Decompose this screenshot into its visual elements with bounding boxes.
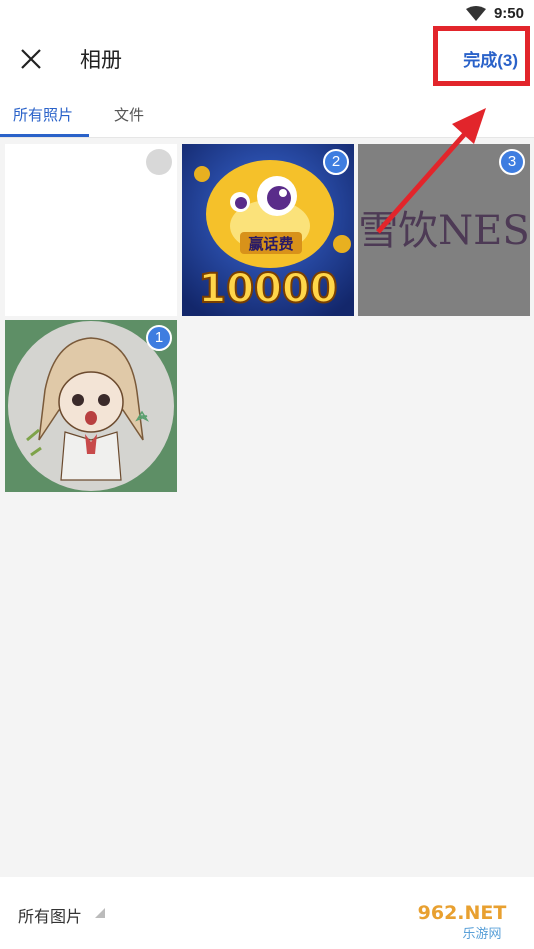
triangle-icon[interactable] [95,908,105,918]
selection-badge[interactable]: 3 [499,149,525,175]
photo-thumb-blank[interactable] [5,144,177,316]
tab-bar: 所有照片 文件 [0,90,534,138]
close-icon[interactable] [20,48,42,70]
tab-files[interactable]: 文件 [114,104,144,125]
status-bar: 9:50 [0,0,534,28]
page-title: 相册 [80,48,122,72]
select-circle[interactable] [146,149,172,175]
banner-title: 赢话费 [248,235,293,253]
active-tab-indicator [0,134,89,137]
banner-number: 10000 [198,266,337,312]
photo-thumb-anime-girl[interactable]: 1 [5,320,177,492]
watermark-sub: 乐游网 [462,927,501,942]
status-time: 9:50 [493,5,524,22]
tab-all-photos[interactable]: 所有照片 [13,104,73,125]
selection-badge[interactable]: 2 [323,149,349,175]
selection-badge[interactable]: 1 [146,325,172,351]
watermark-logo: 962.NET 乐游网 [396,899,528,943]
photo-thumb-game-banner[interactable]: 赢话费 10000 2 [182,144,354,316]
album-selector[interactable]: 所有图片 [18,903,82,927]
annotation-highlight-box [433,26,530,86]
watermark-main: 962.NET [418,902,507,924]
image-text: 雪饮NES [358,208,530,254]
wifi-icon [466,6,486,21]
bottom-bar: 所有图片 962.NET 乐游网 [0,877,534,949]
photo-thumb-text-image[interactable]: 雪饮NES 3 [358,144,530,316]
